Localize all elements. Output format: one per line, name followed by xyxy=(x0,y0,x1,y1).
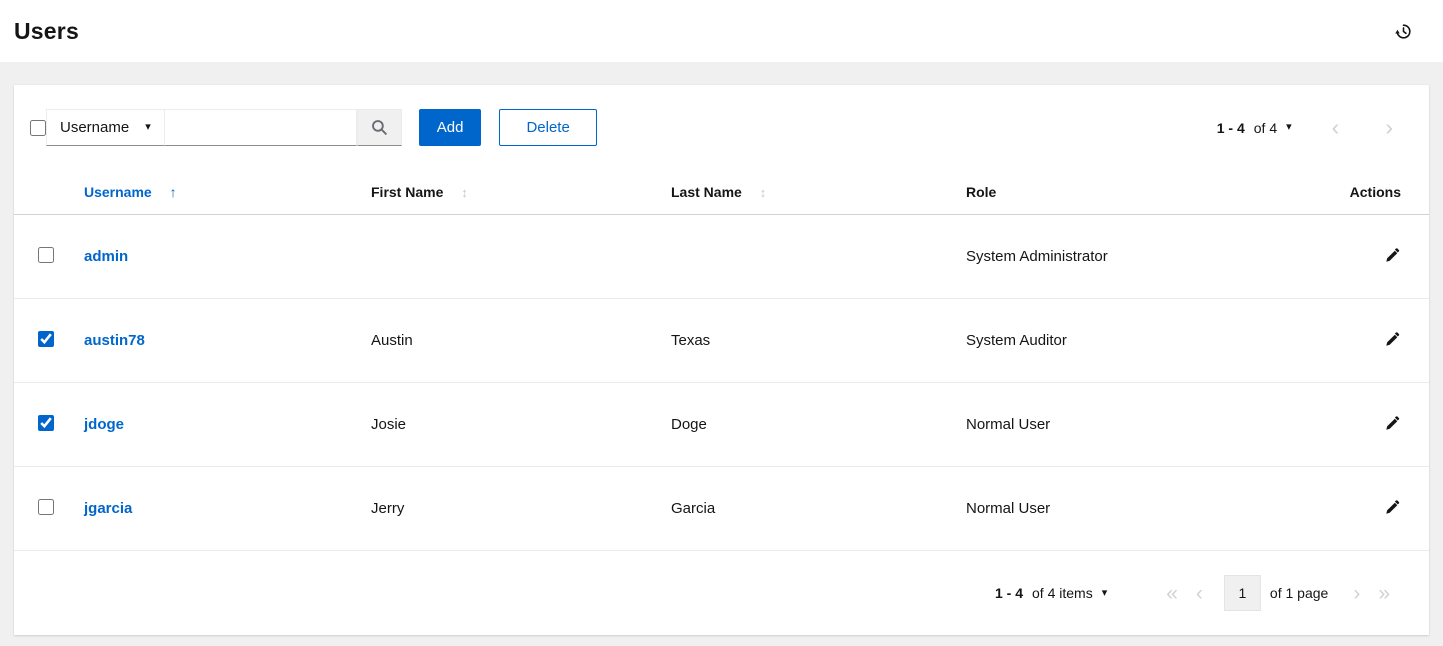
role-cell: System Administrator xyxy=(966,215,1325,299)
pencil-icon xyxy=(1385,499,1401,515)
pagination-range: 1 - 4 xyxy=(1217,120,1245,136)
page-count-label: of 1 page xyxy=(1270,585,1328,601)
edit-button[interactable] xyxy=(1385,331,1401,347)
edit-button[interactable] xyxy=(1385,415,1401,431)
prev-page-button[interactable]: ‹ xyxy=(1324,116,1348,139)
table-row: admin System Administrator xyxy=(14,215,1429,299)
row-checkbox[interactable] xyxy=(38,499,54,515)
row-checkbox[interactable] xyxy=(38,415,54,431)
table-row: jgarcia Jerry Garcia Normal User xyxy=(14,467,1429,551)
search-icon xyxy=(371,119,388,136)
search-input[interactable] xyxy=(165,109,357,146)
table-row: austin78 Austin Texas System Auditor xyxy=(14,299,1429,383)
actions-cell xyxy=(1325,215,1429,299)
last-name-cell: Doge xyxy=(671,383,966,467)
pencil-icon xyxy=(1385,415,1401,431)
search-button[interactable] xyxy=(357,109,402,146)
column-label-actions: Actions xyxy=(1350,184,1401,200)
actions-cell xyxy=(1325,467,1429,551)
chevron-down-icon: ▾ xyxy=(1102,588,1108,599)
username-cell: jdoge xyxy=(84,383,371,467)
sort-icon: ↕ xyxy=(760,185,767,200)
current-page-input[interactable] xyxy=(1224,575,1261,611)
users-table-body: admin System Administrator xyxy=(14,215,1429,551)
next-page-button[interactable]: › xyxy=(1344,583,1369,604)
history-button[interactable] xyxy=(1394,22,1413,41)
pagination-of-text: of 4 xyxy=(1254,120,1277,136)
row-checkbox[interactable] xyxy=(38,331,54,347)
filter-key-dropdown[interactable]: Username ▾ xyxy=(46,109,165,146)
username-link[interactable]: jdoge xyxy=(84,416,124,433)
pager-controls: « ‹ of 1 page › » xyxy=(1157,575,1399,611)
username-link[interactable]: jgarcia xyxy=(84,500,132,517)
header-checkbox-spacer xyxy=(14,170,84,215)
footer-pagination-of-text: of 4 items xyxy=(1032,585,1093,601)
row-checkbox-cell xyxy=(14,215,84,299)
actions-cell xyxy=(1325,383,1429,467)
role-cell: Normal User xyxy=(966,467,1325,551)
prev-page-button[interactable]: ‹ xyxy=(1187,583,1212,604)
column-label-username: Username xyxy=(84,184,152,200)
username-cell: jgarcia xyxy=(84,467,371,551)
row-checkbox-cell xyxy=(14,383,84,467)
last-page-button[interactable]: » xyxy=(1369,583,1399,604)
username-cell: admin xyxy=(84,215,371,299)
filter-group: Username ▾ xyxy=(46,109,402,146)
filter-key-label: Username xyxy=(60,119,129,136)
next-page-button[interactable]: › xyxy=(1377,116,1401,139)
column-header-first-name[interactable]: First Name ↕ xyxy=(371,170,671,215)
toolbar-pagination-summary[interactable]: 1 - 4 of 4 ▾ xyxy=(1217,120,1292,136)
first-name-cell xyxy=(371,215,671,299)
role-cell: System Auditor xyxy=(966,299,1325,383)
delete-button[interactable]: Delete xyxy=(499,109,596,146)
edit-button[interactable] xyxy=(1385,247,1401,263)
page-title: Users xyxy=(14,18,79,45)
column-header-username[interactable]: Username ↑ xyxy=(84,170,371,215)
page-header: Users xyxy=(0,0,1443,62)
row-checkbox[interactable] xyxy=(38,247,54,263)
first-name-cell: Austin xyxy=(371,299,671,383)
column-header-actions: Actions xyxy=(1325,170,1429,215)
pencil-icon xyxy=(1385,247,1401,263)
last-name-cell: Garcia xyxy=(671,467,966,551)
sort-ascending-icon: ↑ xyxy=(170,184,177,200)
users-table: Username ↑ First Name ↕ Last Name ↕ Role… xyxy=(14,170,1429,551)
sort-icon: ↕ xyxy=(461,185,468,200)
footer-pagination-range: 1 - 4 xyxy=(995,585,1023,601)
first-page-button[interactable]: « xyxy=(1157,583,1187,604)
select-all-checkbox[interactable] xyxy=(30,120,46,136)
table-row: jdoge Josie Doge Normal User xyxy=(14,383,1429,467)
table-header-row: Username ↑ First Name ↕ Last Name ↕ Role… xyxy=(14,170,1429,215)
chevron-down-icon: ▾ xyxy=(1286,122,1292,133)
first-name-cell: Josie xyxy=(371,383,671,467)
column-header-last-name[interactable]: Last Name ↕ xyxy=(671,170,966,215)
column-label-last-name: Last Name xyxy=(671,184,742,200)
users-list-card: Username ▾ Add Delete 1 - 4 of 4 ▾ xyxy=(14,85,1429,635)
pagination-footer: 1 - 4 of 4 items ▾ « ‹ of 1 page › » xyxy=(14,551,1429,635)
edit-button[interactable] xyxy=(1385,499,1401,515)
toolbar-pagination: 1 - 4 of 4 ▾ ‹ › xyxy=(1217,116,1413,139)
history-icon xyxy=(1394,22,1413,41)
username-link[interactable]: austin78 xyxy=(84,332,145,349)
row-checkbox-cell xyxy=(14,467,84,551)
pencil-icon xyxy=(1385,331,1401,347)
add-button[interactable]: Add xyxy=(419,109,482,146)
list-toolbar: Username ▾ Add Delete 1 - 4 of 4 ▾ xyxy=(14,85,1429,170)
username-cell: austin78 xyxy=(84,299,371,383)
footer-pagination-summary[interactable]: 1 - 4 of 4 items ▾ xyxy=(995,585,1107,601)
username-link[interactable]: admin xyxy=(84,248,128,265)
role-cell: Normal User xyxy=(966,383,1325,467)
column-header-role: Role xyxy=(966,170,1325,215)
column-label-role: Role xyxy=(966,184,996,200)
row-checkbox-cell xyxy=(14,299,84,383)
last-name-cell xyxy=(671,215,966,299)
actions-cell xyxy=(1325,299,1429,383)
column-label-first-name: First Name xyxy=(371,184,443,200)
chevron-down-icon: ▾ xyxy=(145,122,151,133)
last-name-cell: Texas xyxy=(671,299,966,383)
first-name-cell: Jerry xyxy=(371,467,671,551)
